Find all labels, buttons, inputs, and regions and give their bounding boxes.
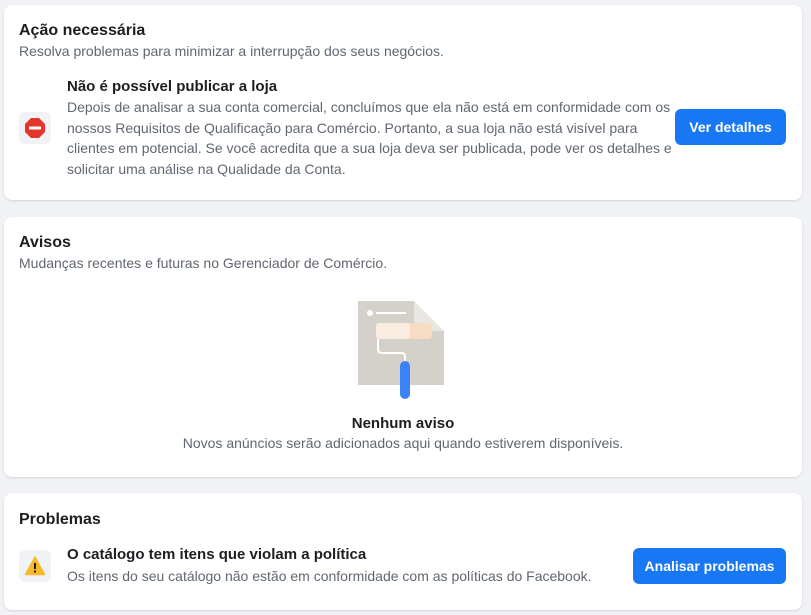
problems-card: Problemas O catálogo tem itens que viola… — [4, 493, 802, 610]
catalog-policy-description: Os itens do seu catálogo não estão em co… — [67, 568, 592, 584]
action-required-title: Ação necessária — [19, 22, 146, 39]
action-required-subtitle: Resolva problemas para minimizar a inter… — [19, 43, 444, 59]
review-problems-button[interactable]: Analisar problemas — [633, 548, 786, 584]
no-entry-icon — [19, 112, 51, 144]
view-details-button[interactable]: Ver detalhes — [675, 109, 786, 145]
no-notices-title: Nenhum aviso — [351, 415, 455, 432]
paint-roller-illustration — [356, 301, 446, 399]
store-unpublished-description: Depois de analisar a sua conta comercial… — [67, 99, 672, 177]
notices-title: Avisos — [19, 234, 71, 251]
notices-card: Avisos Mudanças recentes e futuras no Ge… — [4, 217, 802, 477]
action-required-card: Ação necessária Resolva problemas para m… — [4, 5, 802, 200]
no-notices-description: Novos anúncios serão adicionados aqui qu… — [182, 435, 624, 451]
catalog-policy-title: O catálogo tem itens que violam a políti… — [67, 546, 367, 563]
problems-title: Problemas — [19, 511, 101, 528]
warning-icon — [19, 550, 51, 582]
notices-subtitle: Mudanças recentes e futuras no Gerenciad… — [19, 255, 388, 271]
store-unpublished-title: Não é possível publicar a loja — [67, 78, 278, 95]
